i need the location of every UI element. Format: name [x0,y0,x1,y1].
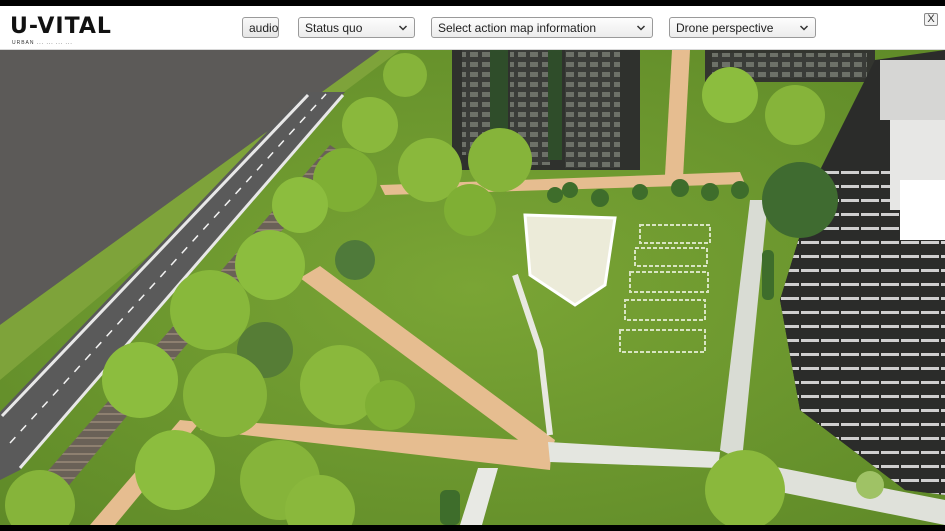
close-button[interactable]: X [924,13,938,26]
bottom-edge [0,525,945,531]
audio-button[interactable]: audio [242,17,279,38]
app-logo: U-VITAL URBAN ... ... ... ... [10,14,122,50]
scenario-select[interactable]: Status quo [298,17,415,38]
logo-subtitle: URBAN ... ... ... ... [12,40,73,46]
action-map-select[interactable]: Select action map information [431,17,653,38]
logo-text: U-VITAL [10,14,112,39]
audio-button-label: audio [249,20,279,35]
perspective-select[interactable]: Drone perspective [669,17,816,38]
chevron-down-icon [636,24,646,31]
chevron-down-icon [398,24,408,31]
perspective-select-value: Drone perspective [676,20,774,35]
action-map-select-value: Select action map information [438,20,597,35]
drone-perspective-viewport[interactable] [0,50,945,525]
app-window: U-VITAL URBAN ... ... ... ... audio Stat… [0,0,945,531]
toolbar: U-VITAL URBAN ... ... ... ... audio Stat… [0,6,945,50]
chevron-down-icon [799,24,809,31]
scenario-select-value: Status quo [305,20,363,35]
close-icon: X [927,13,935,25]
